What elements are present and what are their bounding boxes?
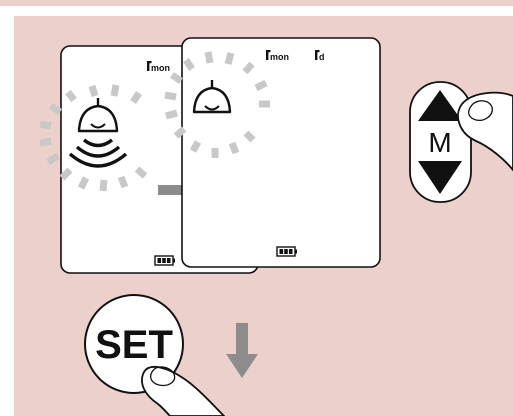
top-strip bbox=[0, 0, 513, 6]
mode-button-label: M bbox=[428, 127, 451, 158]
mon-indicator: mon bbox=[147, 61, 170, 73]
display-screen-after: mon d bbox=[164, 37, 381, 268]
mon-indicator-label: mon bbox=[270, 52, 289, 62]
set-button-label: SET bbox=[95, 323, 173, 367]
mon-indicator: mon bbox=[266, 50, 289, 62]
instruction-illustration: mon mon d M SET bbox=[0, 0, 513, 416]
mode-button[interactable]: M bbox=[409, 81, 472, 203]
mon-indicator-label: mon bbox=[151, 63, 170, 73]
day-indicator-label: d bbox=[319, 52, 325, 62]
